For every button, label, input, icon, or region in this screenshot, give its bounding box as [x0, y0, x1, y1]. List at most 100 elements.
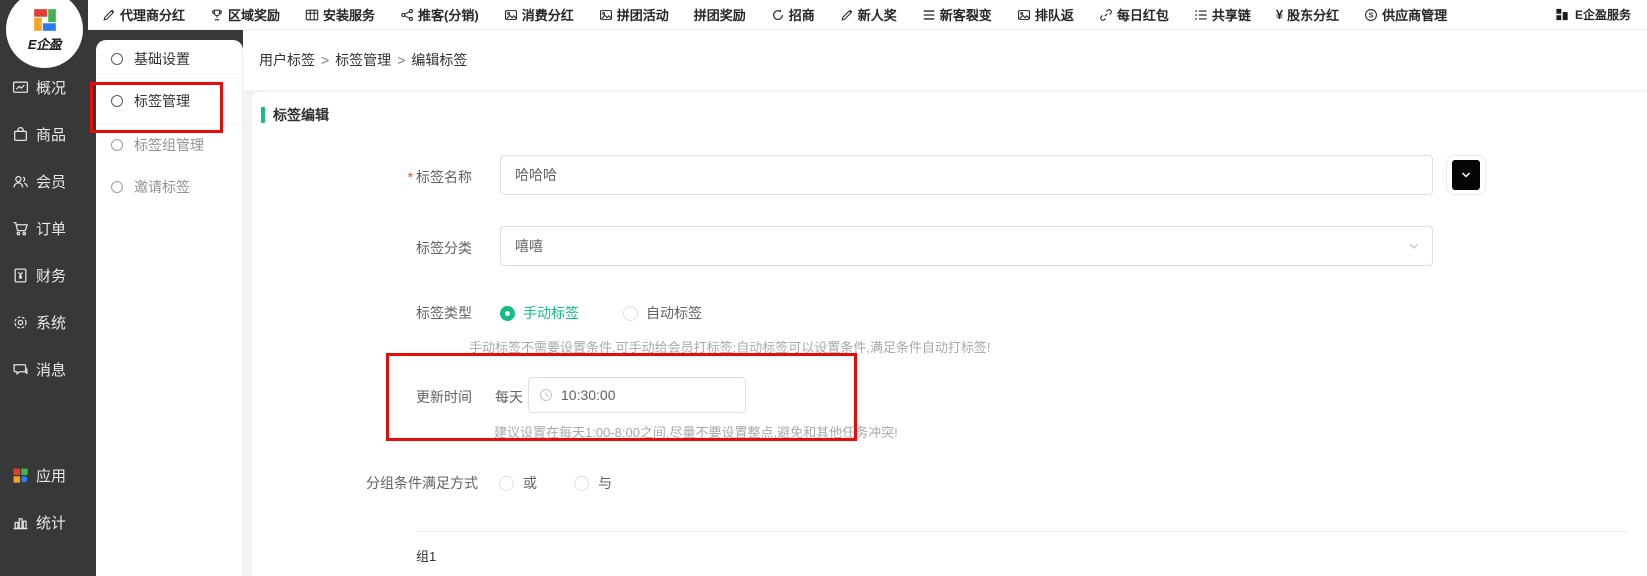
topnav-item-region-reward[interactable]: 区域奖励 [210, 5, 280, 24]
radio-and[interactable] [574, 476, 589, 491]
topnav-item-supplier-mgmt[interactable]: S 供应商管理 [1364, 5, 1447, 24]
radio-manual-tag[interactable] [500, 306, 515, 321]
topnav-label: 股东分红 [1287, 5, 1339, 24]
topnav-item-shareholder-dividend[interactable]: ¥ 股东分红 [1276, 5, 1339, 24]
topnav-item-distribution[interactable]: 推客(分销) [400, 5, 479, 24]
sidebar-item-goods[interactable]: 商品 [0, 111, 88, 158]
radio-and-label[interactable]: 与 [598, 473, 612, 493]
pen-icon [102, 8, 116, 22]
radio-or-label[interactable]: 或 [523, 473, 537, 493]
update-time-prefix: 每天 [495, 387, 523, 407]
sidebar-item-overview[interactable]: 概况 [0, 64, 88, 111]
topnav-label: 供应商管理 [1382, 5, 1447, 24]
topnav-item-agent-dividend[interactable]: 代理商分红 [102, 5, 185, 24]
group-condition-label: 分组条件满足方式 [252, 473, 478, 493]
topnav-label: 推客(分销) [418, 5, 479, 24]
sidebar-item-apps[interactable]: 应用 [0, 452, 88, 499]
subsidebar-item-tag-management[interactable]: 标签管理 [96, 79, 242, 124]
topnav-item-fission[interactable]: 新客裂变 [922, 5, 992, 24]
members-icon [12, 173, 29, 190]
tag-category-label: 标签分类 [252, 238, 472, 258]
sidebar-item-label: 应用 [36, 465, 66, 486]
topnav-item-group-activity[interactable]: 拼团活动 [599, 5, 669, 24]
subsidebar-item-label: 标签管理 [134, 91, 190, 111]
subsidebar-item-label: 邀请标签 [134, 177, 190, 197]
finance-icon [12, 267, 29, 284]
collapse-black-button[interactable] [1446, 155, 1486, 195]
tag-type-radio-group: 手动标签 自动标签 [500, 303, 702, 323]
update-time-input[interactable]: 10:30:00 [528, 377, 746, 413]
subsidebar-item-tag-group-management[interactable]: 标签组管理 [96, 124, 242, 166]
svg-text:S: S [1369, 10, 1374, 19]
stats-icon [12, 514, 29, 531]
circle-icon [111, 139, 123, 151]
sidebar-item-label: 财务 [36, 265, 66, 286]
sidebar-item-system[interactable]: 系统 [0, 299, 88, 346]
link-icon [1099, 8, 1113, 22]
blocks-icon [1555, 7, 1570, 22]
sidebar-item-members[interactable]: 会员 [0, 158, 88, 205]
sidebar-item-label: 概况 [36, 77, 66, 98]
section-title: 标签编辑 [273, 105, 329, 125]
tag-type-label: 标签类型 [252, 303, 472, 323]
sidebar-item-orders[interactable]: 订单 [0, 205, 88, 252]
breadcrumb: 用户标签 > 标签管理 > 编辑标签 [243, 30, 1647, 90]
topnav-item-consume-dividend[interactable]: 消费分红 [504, 5, 574, 24]
topnav-item-newcomer-award[interactable]: 新人奖 [840, 5, 897, 24]
apps-icon [12, 467, 29, 484]
trophy-icon [210, 8, 224, 22]
radio-manual-tag-label[interactable]: 手动标签 [523, 303, 579, 323]
share-icon [400, 8, 414, 22]
topnav-item-queue-return[interactable]: 排队返 [1017, 5, 1074, 24]
topnav-item-investment[interactable]: 招商 [771, 5, 815, 24]
clock-icon [539, 388, 553, 402]
update-time-help-text: 建议设置在每天1:00-8:00之间,尽量不要设置整点,避免和其他任务冲突! [494, 422, 898, 441]
brand-logo-text: E企盈 [28, 34, 61, 53]
tag-name-input[interactable] [500, 155, 1433, 195]
sidebar-item-label: 商品 [36, 124, 66, 145]
circle-icon [111, 53, 123, 65]
topnav-item-group-reward[interactable]: 拼团奖励 [694, 5, 746, 24]
topnav-item-share-chain[interactable]: 共享链 [1194, 5, 1251, 24]
sidebar-item-finance[interactable]: 财务 [0, 252, 88, 299]
subsidebar-item-basic-settings[interactable]: 基础设置 [96, 40, 242, 79]
topnav-item-eqiying-service[interactable]: E企盈服务 [1555, 6, 1631, 23]
radio-auto-tag[interactable] [623, 306, 638, 321]
topnav-item-daily-redpacket[interactable]: 每日红包 [1099, 5, 1169, 24]
subsidebar-item-label: 基础设置 [134, 49, 190, 69]
update-time-label: 更新时间 [252, 387, 472, 407]
sidebar-spacer [0, 393, 88, 452]
gear-icon [12, 314, 29, 331]
s-circle-icon: S [1364, 8, 1378, 22]
pen-icon [840, 8, 854, 22]
tag-name-label: *标签名称 [252, 167, 472, 187]
brand-logo[interactable]: E企盈 [6, 0, 83, 68]
radio-or[interactable] [499, 476, 514, 491]
recycle-icon [771, 8, 785, 22]
tag-edit-card: 标签编辑 *标签名称 标签分类 嘻嘻 标签类型 [252, 92, 1647, 576]
update-time-value: 10:30:00 [561, 387, 616, 403]
table-icon [305, 8, 319, 22]
topnav-label: 拼团奖励 [694, 5, 746, 24]
breadcrumb-item-user-tags[interactable]: 用户标签 [259, 50, 315, 70]
sidebar-item-label: 消息 [36, 359, 66, 380]
section-accent-bar [261, 107, 265, 123]
main-area: 用户标签 > 标签管理 > 编辑标签 标签编辑 *标签名称 标签分类 嘻嘻 [243, 30, 1647, 576]
topnav-label: 拼团活动 [617, 5, 669, 24]
tag-category-select[interactable]: 嘻嘻 [500, 226, 1433, 266]
topnav-label: 排队返 [1035, 5, 1074, 24]
group1-label: 组1 [416, 546, 436, 565]
menu-icon [922, 8, 936, 22]
secondary-sidebar-wrap: 基础设置 标签管理 标签组管理 邀请标签 [88, 30, 243, 576]
subsidebar-item-invite-tag[interactable]: 邀请标签 [96, 166, 242, 208]
breadcrumb-item-tag-management[interactable]: 标签管理 [335, 50, 391, 70]
radio-auto-tag-label[interactable]: 自动标签 [646, 303, 702, 323]
tag-type-help-text: 手动标签不需要设置条件,可手动给会员打标签;自动标签可以设置条件,满足条件自动打… [469, 337, 990, 356]
sidebar-item-stats[interactable]: 统计 [0, 499, 88, 546]
goods-icon [12, 126, 29, 143]
topnav-item-install-service[interactable]: 安装服务 [305, 5, 375, 24]
breadcrumb-item-edit-tag[interactable]: 编辑标签 [411, 50, 467, 70]
chevron-down-icon [1452, 160, 1480, 190]
primary-menu: 概况 商品 会员 订单 [0, 64, 88, 546]
sidebar-item-message[interactable]: 消息 [0, 346, 88, 393]
